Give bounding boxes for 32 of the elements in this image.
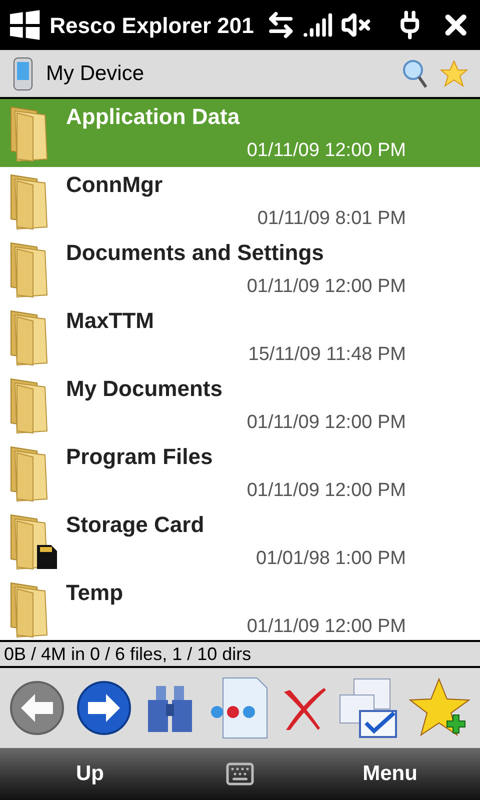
modified-date: 01/11/09 12:00 PM <box>246 615 406 639</box>
search-icon[interactable] <box>402 58 428 88</box>
star-plus-icon <box>408 677 471 739</box>
modified-date: 01/11/09 12:00 PM <box>246 411 406 435</box>
folder-name: MaxTTM <box>66 307 154 335</box>
folder-name: Documents and Settings <box>66 239 324 267</box>
modified-date: 01/11/09 12:00 PM <box>246 139 406 163</box>
modified-date: 15/11/09 11:48 PM <box>248 343 406 367</box>
windows-checkmark-icon <box>338 677 398 739</box>
folder-name: Storage Card <box>66 511 204 539</box>
status-text: 0B / 4M in 0 / 6 files, 1 / 10 dirs <box>4 642 252 666</box>
folder-name: Temp <box>66 579 124 607</box>
toolbar-button[interactable] <box>338 677 398 739</box>
document-dots-icon <box>208 676 269 740</box>
toolbar-button[interactable] <box>208 676 269 740</box>
speaker-muted-icon[interactable] <box>340 10 371 40</box>
folder-name: Program Files <box>66 443 213 471</box>
folder-name: My Documents <box>66 375 222 403</box>
menu-softkey[interactable]: Menu <box>300 758 480 790</box>
phone-icon <box>12 56 34 90</box>
folder-name: ConnMgr <box>66 171 163 199</box>
toolbar-button[interactable] <box>76 680 132 736</box>
folder-name: Application Data <box>66 103 240 131</box>
window-title: Resco Explorer 201 <box>50 12 255 40</box>
windows-logo-icon[interactable] <box>8 10 42 40</box>
modified-date: 01/11/09 12:00 PM <box>246 275 406 299</box>
modified-date: 01/11/09 8:01 PM <box>257 207 406 231</box>
modified-date: 01/11/09 12:00 PM <box>246 479 406 503</box>
modified-date: 01/01/98 1:00 PM <box>256 547 406 571</box>
star-icon[interactable] <box>440 60 468 88</box>
up-softkey[interactable]: Up <box>0 758 180 790</box>
location-path: My Device <box>46 60 146 87</box>
